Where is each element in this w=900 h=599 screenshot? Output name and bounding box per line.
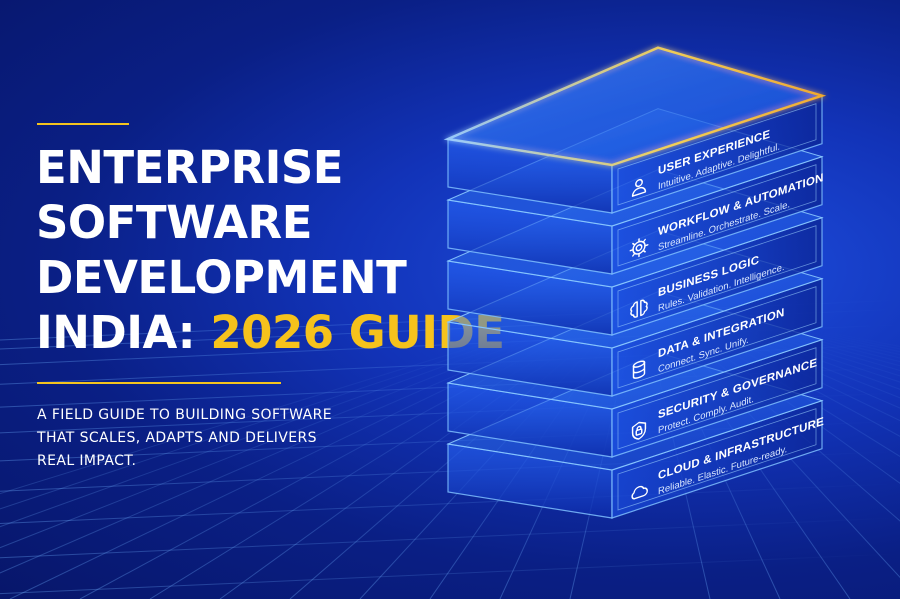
database-icon (632, 360, 646, 379)
shield-lock-icon (631, 421, 647, 440)
user-icon (631, 178, 647, 197)
gear-icon (629, 238, 649, 258)
cloud-icon (631, 485, 648, 500)
software-layer-stack (443, 46, 827, 519)
brain-icon (630, 299, 648, 318)
